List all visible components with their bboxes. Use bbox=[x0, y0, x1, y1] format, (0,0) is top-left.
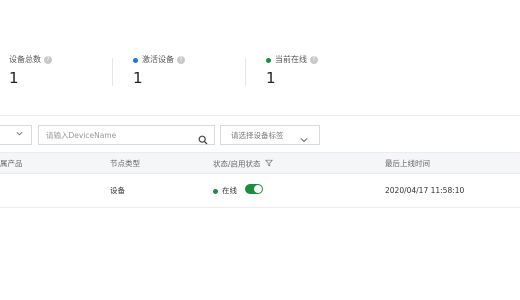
column-header-status: 状态/启用状态 bbox=[213, 159, 273, 170]
help-icon[interactable]: ? bbox=[44, 56, 52, 64]
tag-select-placeholder: 请选择设备标签 bbox=[231, 131, 284, 140]
divider bbox=[0, 115, 520, 116]
chevron-down-icon bbox=[15, 129, 24, 140]
help-icon[interactable]: ? bbox=[310, 56, 318, 64]
node-type-cell: 设备 bbox=[110, 186, 125, 195]
stat-label: 设备总数 bbox=[9, 55, 41, 64]
active-dot-icon bbox=[133, 57, 138, 63]
stat-value: 1 bbox=[133, 69, 143, 87]
column-header-last-online: 最后上线时间 bbox=[385, 159, 430, 168]
stat-value: 1 bbox=[266, 69, 276, 87]
device-tag-select[interactable]: 请选择设备标签 bbox=[220, 125, 320, 145]
stat-value: 1 bbox=[9, 69, 19, 87]
search-icon[interactable] bbox=[198, 130, 208, 145]
product-select[interactable] bbox=[0, 125, 32, 145]
table-row[interactable]: 设备 在线 2020/04/17 11:58:10 bbox=[0, 174, 520, 208]
online-dot-icon bbox=[266, 57, 271, 63]
stat-online-devices: 当前在线 ? 1 bbox=[266, 54, 318, 87]
column-header-product: 属产品 bbox=[0, 159, 23, 168]
online-dot-icon bbox=[213, 188, 218, 194]
status-cell: 在线 bbox=[213, 186, 237, 196]
search-input[interactable] bbox=[46, 128, 191, 142]
stat-active-devices: 激活设备 ? 1 bbox=[133, 54, 185, 87]
search-field[interactable] bbox=[38, 125, 215, 145]
filter-icon[interactable] bbox=[264, 159, 273, 170]
last-online-cell: 2020/04/17 11:58:10 bbox=[385, 186, 465, 195]
column-header-status-label: 状态/启用状态 bbox=[213, 159, 261, 169]
chevron-down-icon bbox=[299, 130, 309, 143]
stat-total-devices: 设备总数 ? 1 bbox=[9, 54, 52, 87]
filter-bar: 请选择设备标签 bbox=[0, 124, 520, 146]
enable-toggle[interactable] bbox=[245, 184, 263, 194]
stat-label: 当前在线 bbox=[275, 55, 307, 64]
device-table: 属产品 节点类型 状态/启用状态 最后上线时间 设备 在线 2020/04/17… bbox=[0, 152, 520, 208]
divider bbox=[112, 58, 113, 86]
status-text: 在线 bbox=[222, 186, 237, 195]
column-header-node-type: 节点类型 bbox=[110, 159, 140, 168]
divider bbox=[245, 58, 246, 86]
toggle-knob bbox=[254, 185, 262, 193]
table-header: 属产品 节点类型 状态/启用状态 最后上线时间 bbox=[0, 152, 520, 174]
help-icon[interactable]: ? bbox=[177, 56, 185, 64]
stat-label: 激活设备 bbox=[142, 55, 174, 64]
stats-panel: 设备总数 ? 1 激活设备 ? 1 当前在线 ? 1 bbox=[0, 0, 520, 116]
